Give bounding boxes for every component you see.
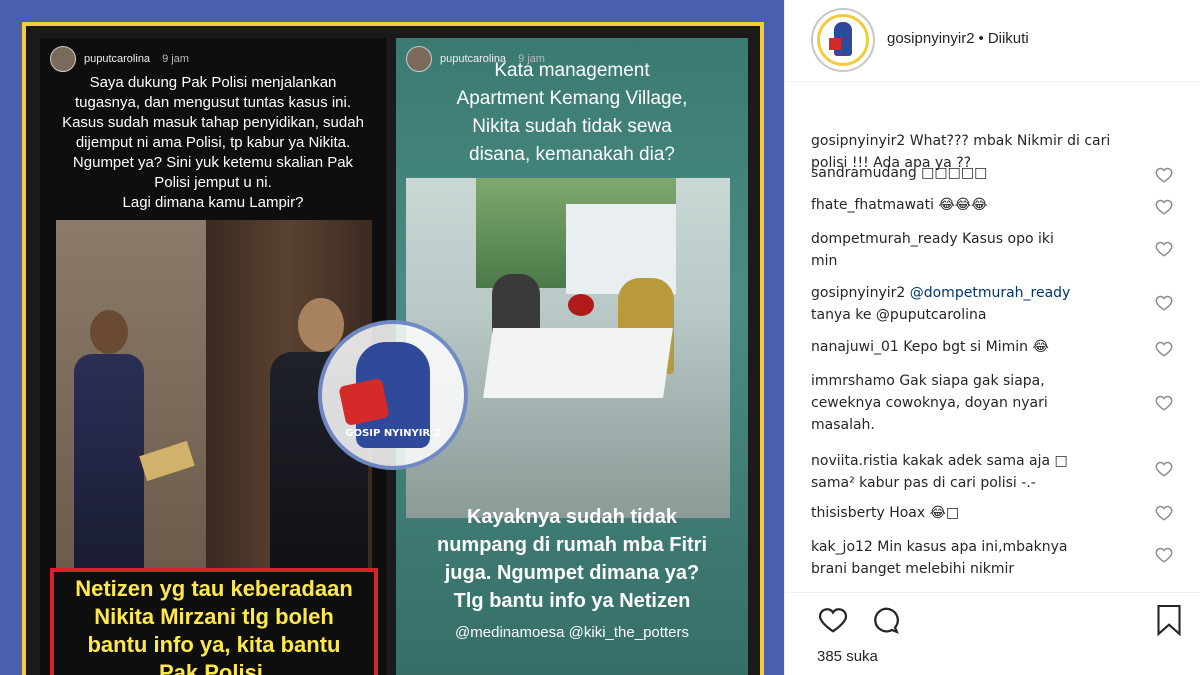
comment-mention[interactable]: @dompetmurah_ready [910, 285, 1071, 301]
comment-username[interactable]: gosipnyinyir2 [811, 285, 905, 301]
story-tags: @medinamoesa @kiki_the_potters [455, 624, 689, 641]
story-text-line: Kasus sudah masuk tahap penyidikan, suda… [62, 114, 364, 131]
story-text-line: Apartment Kemang Village, [456, 88, 688, 109]
story-text-line: Lagi dimana kamu Lampir? [122, 194, 304, 211]
heart-icon[interactable] [1155, 504, 1173, 522]
comment-username[interactable]: sandramudang [811, 165, 917, 181]
story-username: puputcarolina [84, 53, 151, 65]
story-text-line: Ngumpet ya? Sini yuk ketemu skalian Pak [72, 154, 354, 171]
post-header: gosipnyinyir2 • Diikuti [785, 0, 1200, 82]
flower-vase [568, 294, 594, 316]
watermark-logo: GOSIP NYINYIR 2 [318, 320, 468, 470]
heart-icon[interactable] [1155, 340, 1173, 358]
comment-text-cont: tanya ke @puputcarolina [811, 307, 987, 323]
comment-text: Gak siapa gak siapa, [899, 373, 1045, 389]
story-bottom-line: numpang di rumah mba Fitri [436, 534, 707, 556]
comment: nanajuwi_01 Kepo bgt si Mimin 😂 [811, 336, 1151, 358]
man-left [74, 310, 144, 572]
account-avatar[interactable] [811, 8, 875, 72]
story-text-line: dijemput ni ama Polisi, tp kabur ya Niki… [75, 134, 351, 151]
story-bottom-line: Kayaknya sudah tidak [466, 506, 678, 528]
comment: dompetmurah_ready Kasus opo iki min [811, 228, 1151, 272]
heart-icon[interactable] [1155, 460, 1173, 478]
story-text-line: tugasnya, dan mengusut tuntas kasus ini. [74, 94, 351, 111]
comment-username[interactable]: immrshamo [811, 373, 895, 389]
comment-username[interactable]: nanajuwi_01 [811, 339, 899, 355]
media-frame: puputcarolina 9 jam Saya dukung Pak Poli… [22, 22, 764, 675]
action-bar [785, 592, 1200, 652]
comment-username[interactable]: noviita.ristia [811, 453, 898, 469]
comment-bubble-icon[interactable] [869, 605, 901, 635]
heart-icon[interactable] [1155, 240, 1173, 258]
comment-username[interactable]: fhate_fhatmawati [811, 197, 934, 213]
story-time: 9 jam [162, 53, 189, 65]
post-sidebar: gosipnyinyir2 • Diikuti gosipnyinyir2 What… [784, 0, 1200, 675]
story-text-line: Kata management [494, 60, 650, 81]
heart-icon[interactable] [1155, 394, 1173, 412]
story-avatar [50, 46, 76, 72]
comment: thisisberty Hoax 😂□ [811, 502, 1151, 524]
save-bookmark-icon[interactable] [1155, 603, 1183, 637]
comment-text: Kepo bgt si Mimin 😂 [903, 339, 1049, 355]
comment-text: Hoax 😂□ [889, 505, 960, 521]
comment-text-cont: ceweknya cowoknya, doyan nyari [811, 395, 1048, 411]
comment-username[interactable]: thisisberty [811, 505, 885, 521]
post-media[interactable]: puputcarolina 9 jam Saya dukung Pak Poli… [0, 0, 784, 675]
box-text-line: Netizen yg tau keberadaan [75, 576, 353, 601]
comment-username[interactable]: gosipnyinyir2 [811, 133, 905, 149]
like-heart-icon[interactable] [817, 605, 849, 635]
comment: sandramudang □□□□□ [811, 162, 1151, 184]
watermark-text: GOSIP NYINYIR 2 [345, 428, 441, 439]
comment-text: kakak adek sama aja □ [902, 453, 1068, 469]
comment-text-cont: sama² kabur pas di cari polisi -.- [811, 475, 1036, 491]
comment: noviita.ristia kakak adek sama aja □ sam… [811, 450, 1151, 494]
heart-icon[interactable] [1155, 198, 1173, 216]
story-header: puputcarolina 9 jam [50, 46, 189, 72]
story-bottom-line: juga. Ngumpet dimana ya? [444, 562, 700, 584]
comment: kak_jo12 Min kasus apa ini,mbaknya brani… [811, 536, 1151, 580]
likes-count[interactable]: 385 suka [817, 648, 878, 665]
box-text-line: Nikita Mirzani tlg boleh [94, 604, 334, 629]
comment-username[interactable]: dompetmurah_ready [811, 231, 958, 247]
comment-text-cont: min [811, 253, 838, 269]
header-username[interactable]: gosipnyinyir2 [887, 30, 975, 47]
comment-text-cont: masalah. [811, 417, 875, 433]
comment-text: Min kasus apa ini,mbaknya [877, 539, 1068, 555]
table [483, 328, 673, 398]
story-photo-room [406, 178, 730, 518]
comment: immrshamo Gak siapa gak siapa, ceweknya … [811, 370, 1151, 436]
comment-username[interactable]: kak_jo12 [811, 539, 873, 555]
heart-icon[interactable] [1155, 166, 1173, 184]
story-text-line: Polisi jemput u ni. [154, 174, 272, 191]
comment: gosipnyinyir2 @dompetmurah_ready tanya k… [811, 282, 1151, 326]
heart-icon[interactable] [1155, 294, 1173, 312]
story-text-line: Nikita sudah tidak sewa [472, 116, 672, 137]
comment: fhate_fhatmawati 😂😂😂 [811, 194, 1151, 216]
story-text-line: Saya dukung Pak Polisi menjalankan [89, 74, 337, 91]
follow-status[interactable]: Diikuti [988, 30, 1029, 47]
story-text-line: disana, kemanakah dia? [469, 144, 675, 165]
comment-text: Kasus opo iki [962, 231, 1054, 247]
comment-text: □□□□□ [921, 165, 988, 181]
heart-icon[interactable] [1155, 546, 1173, 564]
story-bottom-line: Tlg bantu info ya Netizen [453, 590, 691, 612]
header-user-row: gosipnyinyir2 • Diikuti [887, 30, 1029, 47]
comment-text-cont: brani banget melebihi nikmir [811, 561, 1015, 577]
box-text-line: bantu info ya, kita bantu [87, 632, 341, 657]
comment-text: What??? mbak Nikmir di cari [909, 133, 1111, 149]
highlight-box: Netizen yg tau keberadaan Nikita Mirzani… [50, 568, 378, 675]
box-text-line: Pak Polisi. [158, 660, 270, 675]
comment-text: 😂😂😂 [938, 197, 988, 213]
separator-dot: • [978, 30, 984, 47]
